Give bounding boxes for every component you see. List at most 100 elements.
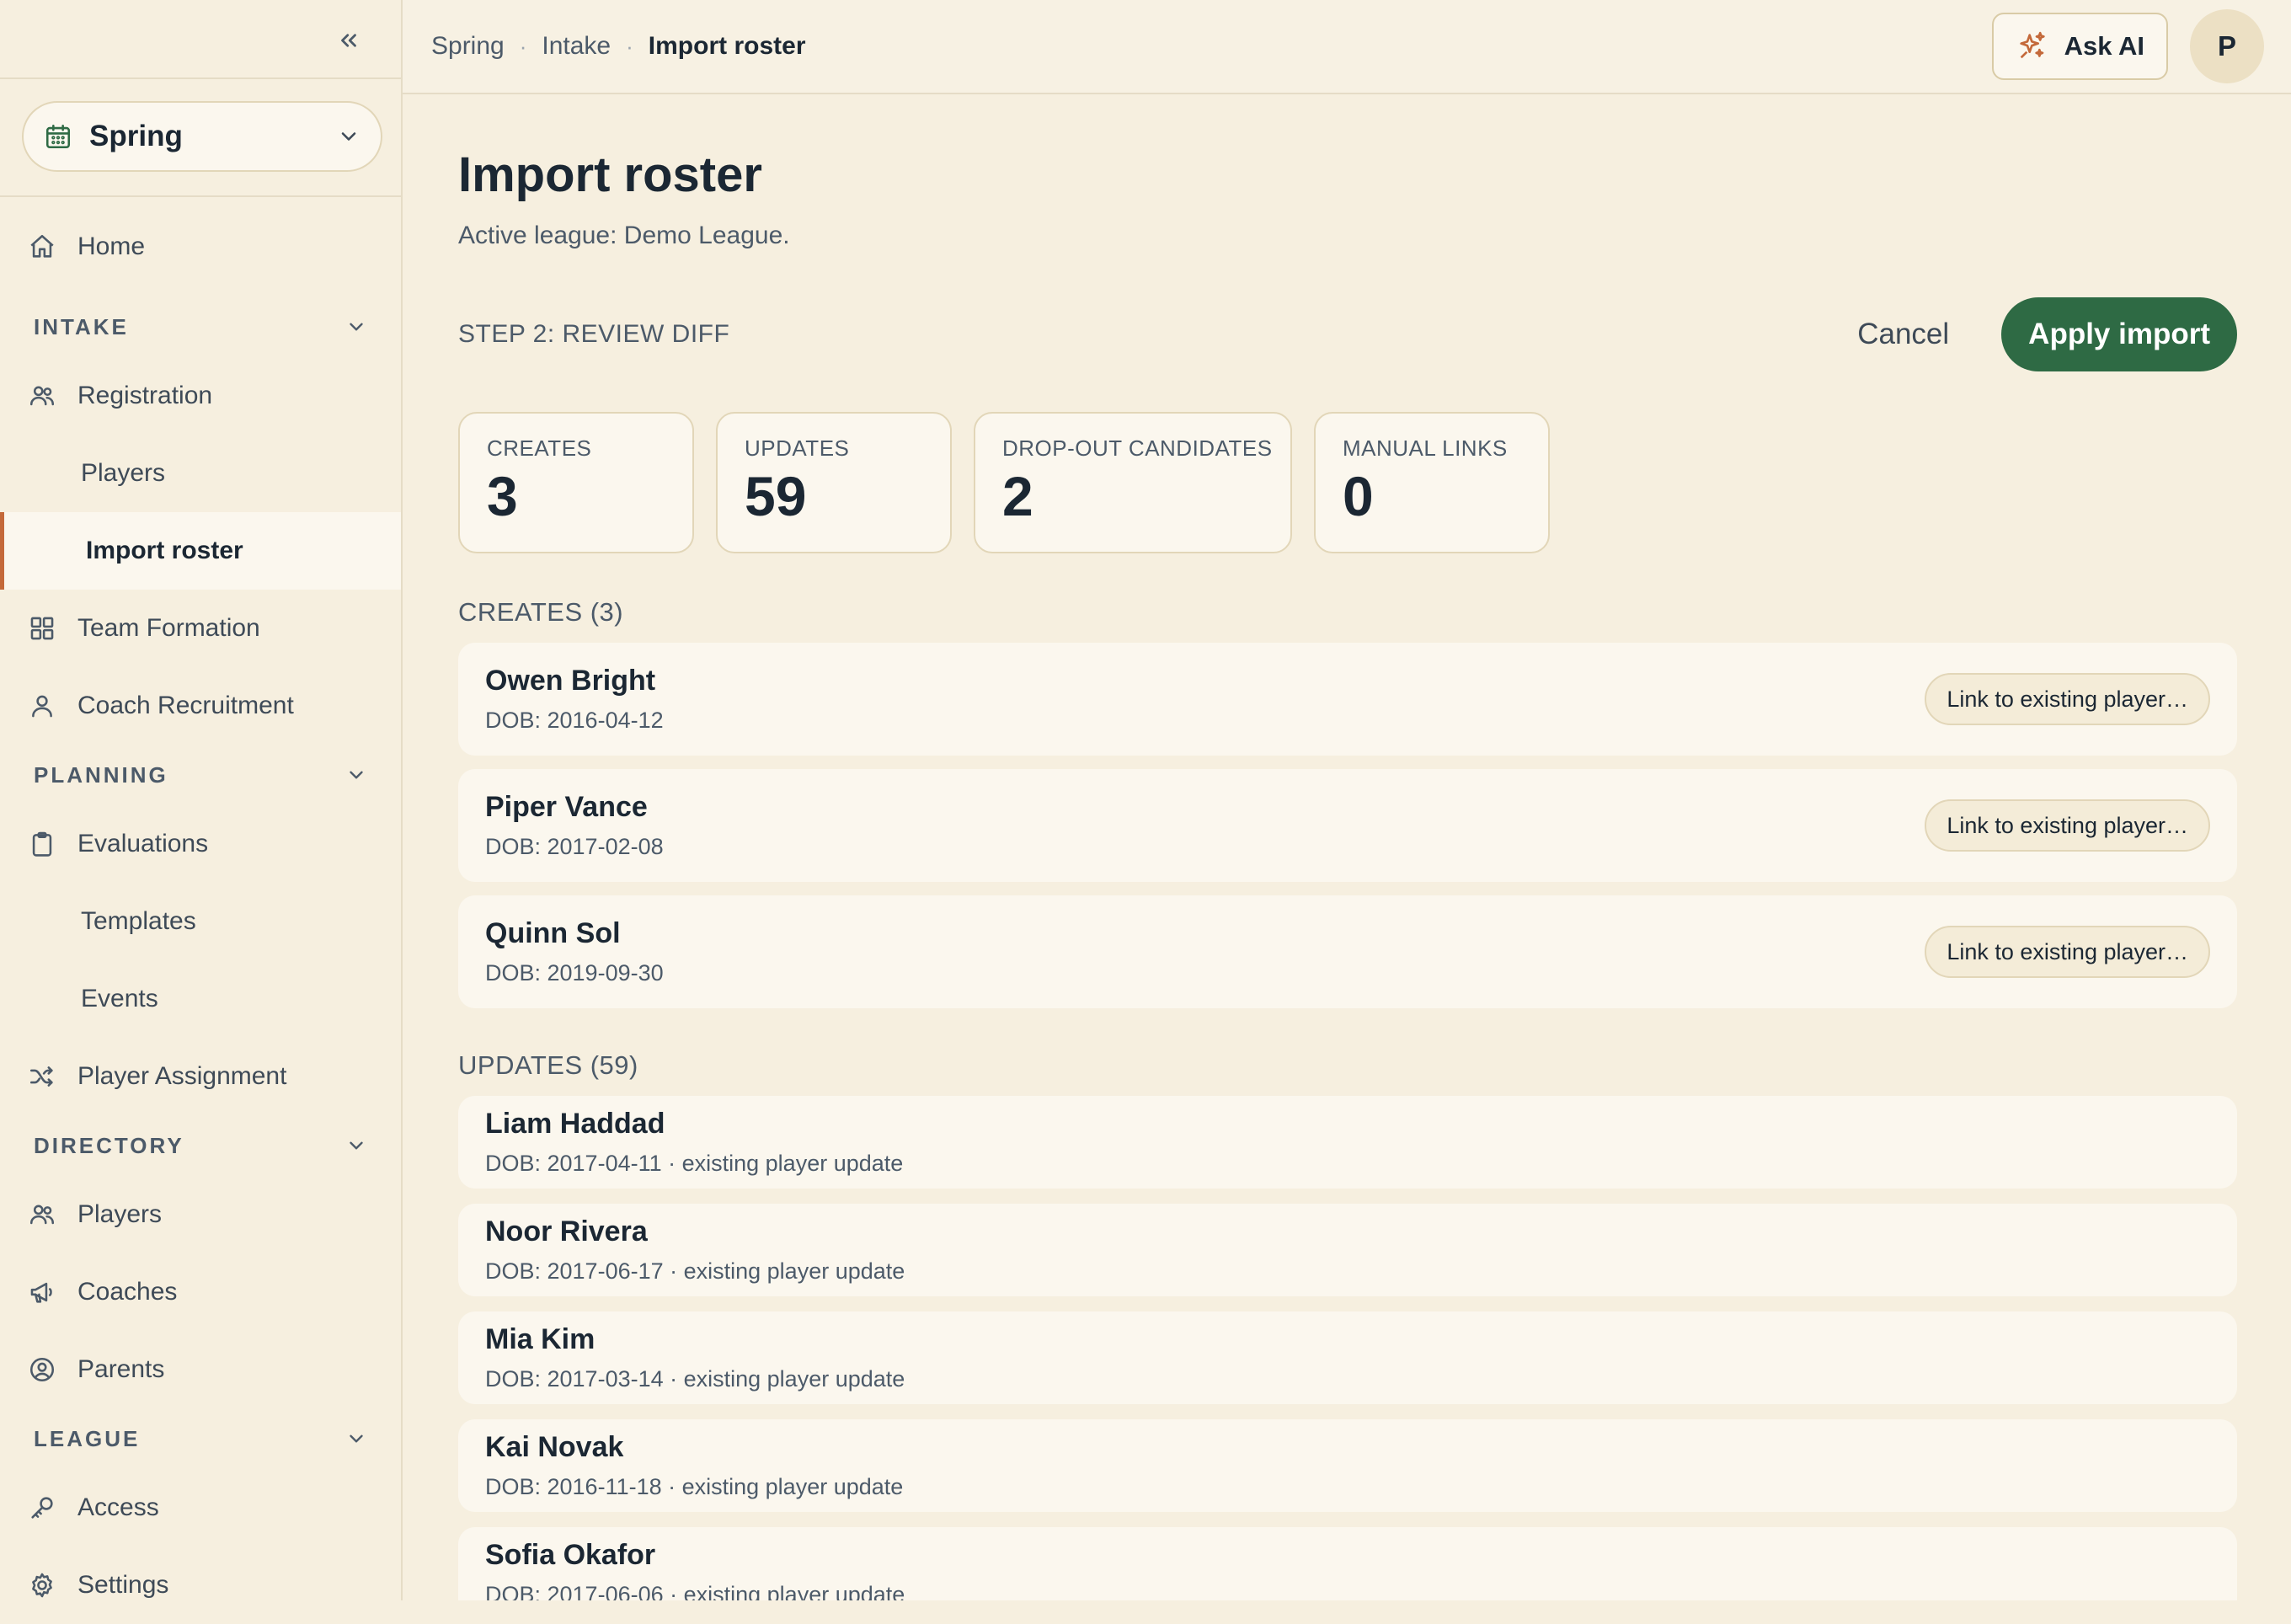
player-name: Sofia Okafor <box>485 1539 656 1571</box>
section-league-toggle[interactable]: LEAGUE <box>0 1408 401 1469</box>
sidebar-item-events[interactable]: Events <box>0 960 401 1038</box>
stat-value: 3 <box>487 465 518 527</box>
sidebar-item-settings[interactable]: Settings <box>0 1547 401 1624</box>
season-select-label: Spring <box>89 120 183 152</box>
player-name: Mia Kim <box>485 1323 595 1355</box>
user-circle-icon <box>27 1354 57 1385</box>
cancel-button[interactable]: Cancel <box>1852 317 1954 352</box>
sidebar-item-team-formation[interactable]: Team Formation <box>0 590 401 667</box>
sidebar-item-access[interactable]: Access <box>0 1469 401 1547</box>
player-name: Liam Haddad <box>485 1108 665 1140</box>
sidebar-item-label: Events <box>81 985 158 1012</box>
clipboard-icon <box>27 829 57 859</box>
create-row: Piper Vance DOB: 2017-02-08 Link to exis… <box>458 769 2237 882</box>
page-title: Import roster <box>458 147 762 202</box>
step-row: STEP 2: REVIEW DIFF Cancel Apply import <box>458 297 2237 371</box>
main-area: Spring · Intake · Import roster Ask AI P… <box>403 0 2291 1600</box>
chevron-down-icon <box>350 323 363 331</box>
player-update-meta: DOB: 2017-06-06 · existing player update <box>485 1582 905 1600</box>
player-update-meta: DOB: 2017-06-17 · existing player update <box>485 1258 905 1284</box>
update-row: Mia Kim DOB: 2017-03-14 · existing playe… <box>458 1311 2237 1404</box>
sidebar-item-players-intake[interactable]: Players <box>0 435 401 512</box>
create-row-info: Quinn Sol DOB: 2019-09-30 <box>485 917 1925 986</box>
sidebar-item-label: Import roster <box>86 537 243 564</box>
topbar: Spring · Intake · Import roster Ask AI P <box>403 0 2291 94</box>
shuffle-icon <box>27 1061 57 1092</box>
sidebar-item-label: Coach Recruitment <box>77 692 294 719</box>
sidebar-item-import-roster[interactable]: Import roster <box>0 512 401 590</box>
sidebar-item-label: Parents <box>77 1355 165 1383</box>
chevron-down-icon <box>350 1434 363 1443</box>
sidebar-item-evaluations[interactable]: Evaluations <box>0 805 401 883</box>
calendar-icon <box>45 124 71 149</box>
section-intake-toggle[interactable]: INTAKE <box>0 296 401 357</box>
sidebar-item-home[interactable]: Home <box>0 197 401 296</box>
link-existing-player-button[interactable]: Link to existing player… <box>1925 799 2210 852</box>
page-content: Import roster Active league: Demo League… <box>403 147 2291 1600</box>
stat-value: 0 <box>1343 465 1374 527</box>
player-dob: DOB: 2016-04-12 <box>485 708 664 733</box>
stat-label: UPDATES <box>745 435 850 461</box>
season-select[interactable]: Spring <box>22 101 382 172</box>
breadcrumb: Spring · Intake · Import roster <box>431 32 1992 61</box>
collapse-sidebar-button[interactable] <box>328 20 369 61</box>
section-intake-title: INTAKE <box>34 313 129 339</box>
player-update-meta: DOB: 2017-04-11 · existing player update <box>485 1151 904 1176</box>
apply-import-button[interactable]: Apply import <box>2001 297 2237 371</box>
stat-value: 59 <box>745 465 807 527</box>
users-icon <box>27 381 57 411</box>
chevron-down-icon <box>350 1141 363 1150</box>
sidebar-item-coach-recruitment[interactable]: Coach Recruitment <box>0 667 401 745</box>
update-row: Noor Rivera DOB: 2017-06-17 · existing p… <box>458 1204 2237 1296</box>
section-directory-title: DIRECTORY <box>34 1132 184 1158</box>
sparkles-icon <box>2016 29 2049 63</box>
link-existing-player-button[interactable]: Link to existing player… <box>1925 926 2210 978</box>
sidebar-item-label: Evaluations <box>77 830 209 857</box>
avatar[interactable]: P <box>2190 9 2264 83</box>
sidebar-item-label: Templates <box>81 907 196 935</box>
stat-label: DROP-OUT CANDIDATES <box>1002 435 1273 461</box>
sidebar-item-registration[interactable]: Registration <box>0 357 401 435</box>
player-dob: DOB: 2019-09-30 <box>485 960 664 986</box>
sidebar-item-player-assignment[interactable]: Player Assignment <box>0 1038 401 1115</box>
update-row: Kai Novak DOB: 2016-11-18 · existing pla… <box>458 1419 2237 1512</box>
stat-card-manual-links: MANUAL LINKS 0 <box>1314 412 1550 553</box>
breadcrumb-intake[interactable]: Intake <box>542 32 611 61</box>
sidebar-item-parents[interactable]: Parents <box>0 1331 401 1408</box>
season-row: Spring <box>0 79 401 197</box>
player-name: Kai Novak <box>485 1431 624 1463</box>
create-row: Owen Bright DOB: 2016-04-12 Link to exis… <box>458 643 2237 756</box>
breadcrumb-separator: · <box>519 33 527 59</box>
sidebar-nav: Home INTAKE Registration Players Import … <box>0 197 401 1624</box>
home-icon <box>27 232 57 262</box>
sidebar-item-label: Registration <box>77 382 213 409</box>
update-row-info: Sofia Okafor DOB: 2017-06-06 · existing … <box>485 1539 2210 1600</box>
sidebar-item-coaches[interactable]: Coaches <box>0 1253 401 1331</box>
key-icon <box>27 1493 57 1523</box>
section-planning-title: PLANNING <box>34 761 168 788</box>
stat-card-drop-out-candidates: DROP-OUT CANDIDATES 2 <box>974 412 1292 553</box>
sidebar-item-label: Players <box>77 1200 163 1228</box>
gear-icon <box>27 1570 57 1600</box>
stat-card-creates: CREATES 3 <box>458 412 694 553</box>
breadcrumb-separator: · <box>626 33 633 59</box>
update-row-info: Noor Rivera DOB: 2017-06-17 · existing p… <box>485 1215 2210 1285</box>
link-existing-player-button[interactable]: Link to existing player… <box>1925 673 2210 725</box>
create-row: Quinn Sol DOB: 2019-09-30 Link to existi… <box>458 895 2237 1008</box>
section-planning-toggle[interactable]: PLANNING <box>0 745 401 805</box>
section-directory-toggle[interactable]: DIRECTORY <box>0 1115 401 1176</box>
breadcrumb-current: Import roster <box>648 32 806 60</box>
player-update-meta: DOB: 2017-03-14 · existing player update <box>485 1366 905 1392</box>
breadcrumb-spring[interactable]: Spring <box>431 32 505 61</box>
create-row-info: Piper Vance DOB: 2017-02-08 <box>485 791 1925 860</box>
updates-heading: UPDATES (59) <box>458 1050 638 1080</box>
ask-ai-label: Ask AI <box>2064 31 2144 61</box>
stat-card-updates: UPDATES 59 <box>716 412 952 553</box>
sidebar-item-label: Players <box>81 459 166 487</box>
sidebar-item-label: Team Formation <box>77 614 260 642</box>
sidebar-item-templates[interactable]: Templates <box>0 883 401 960</box>
sidebar-item-players[interactable]: Players <box>0 1176 401 1253</box>
player-name: Quinn Sol <box>485 917 621 949</box>
create-row-info: Owen Bright DOB: 2016-04-12 <box>485 665 1925 734</box>
ask-ai-button[interactable]: Ask AI <box>1991 13 2168 80</box>
